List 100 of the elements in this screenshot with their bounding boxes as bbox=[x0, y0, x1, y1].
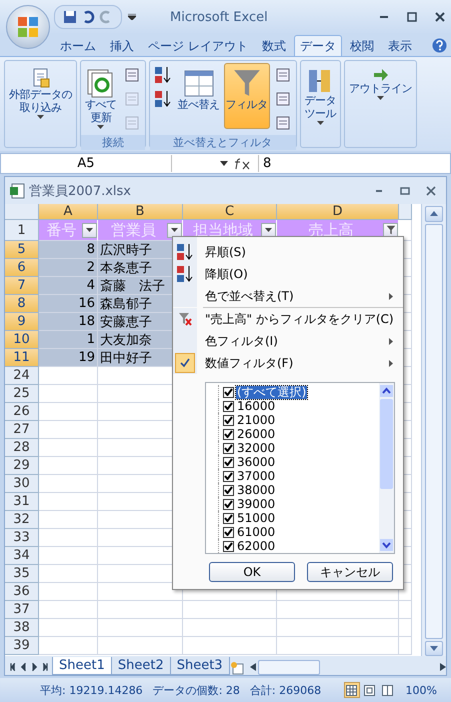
ribbon-button[interactable]: 並べ替え bbox=[176, 63, 222, 129]
row-header[interactable]: 11 bbox=[5, 349, 39, 367]
ribbon-button[interactable]: すべて 更新 bbox=[83, 63, 118, 132]
value-item[interactable]: (すべて選択) bbox=[218, 385, 379, 399]
column-header[interactable]: C bbox=[183, 204, 277, 220]
row-header[interactable]: 28 bbox=[5, 439, 39, 457]
ribbon-tab[interactable]: 校閲 bbox=[344, 35, 380, 56]
view-button[interactable] bbox=[380, 682, 396, 698]
scrollbar-thumb[interactable] bbox=[380, 399, 393, 489]
dialog-button[interactable]: OK bbox=[209, 562, 295, 582]
row-header[interactable]: 34 bbox=[5, 547, 39, 565]
checkbox[interactable] bbox=[223, 414, 234, 426]
column-header[interactable]: A bbox=[39, 204, 98, 220]
sheet-tab[interactable]: Sheet2 bbox=[110, 657, 171, 675]
view-button[interactable] bbox=[362, 682, 378, 698]
ribbon-tab[interactable]: 表示 bbox=[382, 35, 418, 56]
insert-sheet-icon[interactable] bbox=[230, 661, 244, 675]
checkbox[interactable] bbox=[223, 540, 234, 552]
row-header[interactable]: 27 bbox=[5, 421, 39, 439]
filter-button[interactable] bbox=[261, 222, 276, 238]
row-header[interactable]: 1 bbox=[5, 220, 39, 241]
row-header[interactable]: 39 bbox=[5, 637, 39, 655]
view-button[interactable] bbox=[344, 682, 360, 698]
table-cell: 16 bbox=[39, 295, 98, 313]
row-header[interactable]: 5 bbox=[5, 241, 39, 259]
scroll-up-icon[interactable] bbox=[380, 385, 393, 397]
menu-item[interactable]: 昇順(S) bbox=[173, 241, 403, 263]
submenu-arrow-icon bbox=[389, 338, 393, 344]
ribbon-button[interactable]: アウトライン bbox=[347, 63, 414, 129]
zoom-level[interactable]: 100% bbox=[406, 684, 437, 696]
name-box[interactable]: A5 bbox=[1, 155, 172, 172]
scrollbar-thumb[interactable] bbox=[425, 224, 443, 638]
ribbon-tab[interactable]: データ bbox=[294, 35, 342, 56]
ribbon-button[interactable]: フィルタ bbox=[224, 63, 270, 129]
row-header[interactable]: 33 bbox=[5, 529, 39, 547]
checkbox[interactable] bbox=[223, 470, 234, 482]
row-header[interactable]: 26 bbox=[5, 403, 39, 421]
checkbox[interactable] bbox=[223, 442, 234, 454]
filter-button[interactable] bbox=[167, 222, 182, 238]
checkbox[interactable] bbox=[223, 512, 234, 524]
row-header[interactable]: 38 bbox=[5, 619, 39, 637]
row-header[interactable]: 24 bbox=[5, 367, 39, 385]
ribbon-button[interactable]: 外部データの 取り込み bbox=[7, 63, 74, 129]
row-header[interactable]: 32 bbox=[5, 511, 39, 529]
table-cell: 19 bbox=[39, 349, 98, 367]
sheet-tab[interactable]: Sheet3 bbox=[170, 657, 230, 675]
scrollbar-thumb[interactable] bbox=[258, 660, 320, 674]
row-header[interactable]: 7 bbox=[5, 277, 39, 295]
help-icon[interactable] bbox=[432, 38, 447, 53]
value-item[interactable]: 62000 bbox=[218, 539, 379, 553]
column-header[interactable]: B bbox=[98, 204, 183, 220]
status-text: データの個数: 28 bbox=[152, 682, 240, 698]
save-icon[interactable] bbox=[63, 10, 77, 24]
table-cell bbox=[39, 385, 98, 403]
table-cell: 18 bbox=[39, 313, 98, 331]
checkbox[interactable] bbox=[223, 428, 234, 440]
scroll-right-icon[interactable] bbox=[440, 663, 446, 671]
sheet-tab[interactable]: Sheet1 bbox=[52, 657, 112, 675]
table-cell bbox=[39, 547, 98, 565]
ribbon-tab[interactable]: ホーム bbox=[54, 35, 102, 56]
menu-item[interactable]: 色で並べ替え(T) bbox=[173, 285, 403, 307]
column-header[interactable]: D bbox=[277, 204, 399, 220]
checkbox[interactable] bbox=[223, 498, 234, 510]
sort-icon bbox=[154, 66, 172, 84]
menu-item[interactable]: 数値フィルタ(F) bbox=[173, 352, 403, 374]
checkbox[interactable] bbox=[223, 484, 234, 496]
menu-item[interactable]: 降順(O) bbox=[173, 263, 403, 285]
checkbox[interactable] bbox=[223, 456, 234, 468]
ribbon-button[interactable]: データ ツール bbox=[302, 63, 338, 129]
ribbon-tab[interactable]: 挿入 bbox=[104, 35, 140, 56]
row-header[interactable]: 25 bbox=[5, 385, 39, 403]
ribbon-tab[interactable]: 数式 bbox=[256, 35, 292, 56]
row-header[interactable]: 35 bbox=[5, 565, 39, 583]
scroll-up-button[interactable] bbox=[425, 206, 443, 222]
row-header[interactable]: 31 bbox=[5, 493, 39, 511]
checkbox[interactable] bbox=[223, 386, 234, 398]
checkbox[interactable] bbox=[223, 526, 234, 538]
fx-icon[interactable] bbox=[234, 158, 252, 170]
menu-item[interactable]: 色フィルタ(I) bbox=[173, 330, 403, 352]
row-header[interactable]: 37 bbox=[5, 601, 39, 619]
caret-icon[interactable] bbox=[220, 161, 228, 166]
row-header[interactable]: 9 bbox=[5, 313, 39, 331]
formula-field[interactable]: 8 bbox=[258, 155, 450, 172]
dialog-button[interactable]: キャンセル bbox=[307, 562, 393, 582]
close-icon bbox=[435, 12, 445, 22]
row-header[interactable]: 30 bbox=[5, 475, 39, 493]
checkbox[interactable] bbox=[223, 400, 234, 412]
scroll-down-icon[interactable] bbox=[380, 539, 393, 551]
ribbon-tab[interactable]: ページ レイアウト bbox=[142, 35, 254, 56]
submenu-arrow-icon bbox=[389, 292, 393, 300]
row-header[interactable]: 36 bbox=[5, 583, 39, 601]
scroll-down-button[interactable] bbox=[425, 640, 443, 656]
row-header[interactable]: 29 bbox=[5, 457, 39, 475]
row-header[interactable]: 8 bbox=[5, 295, 39, 313]
filter-button[interactable] bbox=[82, 222, 97, 238]
filter-button[interactable] bbox=[383, 222, 398, 238]
customize-caret-icon[interactable] bbox=[128, 14, 136, 20]
row-header[interactable]: 10 bbox=[5, 331, 39, 349]
row-header[interactable]: 6 bbox=[5, 259, 39, 277]
menu-item[interactable]: "売上高" からフィルタをクリア(C) bbox=[173, 308, 403, 330]
